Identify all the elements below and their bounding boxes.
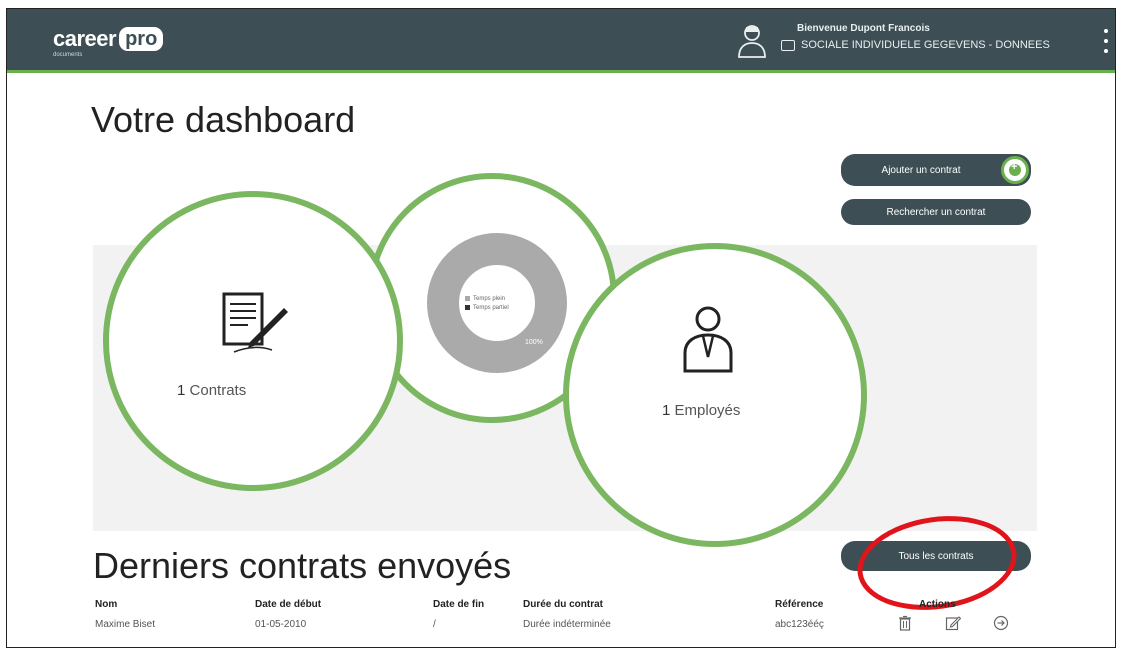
employees-count: 1: [662, 402, 671, 419]
open-arrow-icon[interactable]: [993, 615, 1009, 631]
column-header-actions: Actions: [919, 599, 956, 610]
contracts-stat: 1 Contrats: [177, 382, 246, 399]
legend-item: Temps plein: [465, 295, 509, 304]
column-header-start: Date de début: [255, 599, 322, 610]
cell-name: Maxime Biset: [95, 619, 156, 630]
add-contract-button[interactable]: Ajouter un contrat: [841, 154, 1031, 186]
search-contract-label: Rechercher un contrat: [886, 206, 986, 218]
donut-percent-label: 100%: [525, 339, 543, 346]
search-contract-button[interactable]: Rechercher un contrat: [841, 199, 1031, 225]
welcome-text: Bienvenue Dupont Francois: [797, 23, 930, 34]
logo-text: career: [53, 26, 117, 51]
employees-circle[interactable]: [563, 243, 867, 547]
cell-duration: Durée indéterminée: [523, 619, 611, 630]
contract-document-icon: [222, 292, 288, 353]
cell-reference: abc123ééç: [775, 619, 824, 630]
kebab-menu-icon[interactable]: [1103, 29, 1109, 53]
donut-legend: Temps plein Temps partiel: [465, 295, 509, 313]
briefcase-icon: [781, 39, 795, 51]
logo-subtitle: documents: [53, 52, 83, 58]
column-header-reference: Référence: [775, 599, 824, 610]
column-header-end: Date de fin: [433, 599, 485, 610]
employees-label: Employés: [674, 402, 741, 419]
contracts-label: Contrats: [189, 382, 247, 399]
legend-item: Temps partiel: [465, 304, 509, 313]
app-window: career pro documents Bienvenue Dupont Fr…: [6, 8, 1116, 648]
employees-stat: 1 Employés: [662, 402, 740, 419]
cell-end: /: [433, 619, 436, 630]
employee-person-icon: [683, 306, 733, 373]
add-contract-label: Ajouter un contrat: [881, 164, 961, 176]
recent-contracts-title: Derniers contrats envoyés: [93, 545, 512, 586]
legend-label-part-time: Temps partiel: [473, 305, 509, 311]
edit-icon[interactable]: [945, 615, 961, 631]
company-selector[interactable]: SOCIALE INDIVIDUELE GEGEVENS - DONNEES: [781, 39, 1050, 51]
plus-icon: [1001, 156, 1029, 184]
user-avatar-icon[interactable]: [737, 23, 767, 59]
logo-badge: pro: [119, 27, 164, 51]
column-header-name: Nom: [95, 599, 118, 610]
contracts-count: 1: [177, 382, 186, 399]
cell-start: 01-05-2010: [255, 619, 307, 630]
legend-label-full-time: Temps plein: [473, 296, 506, 302]
top-bar: career pro documents Bienvenue Dupont Fr…: [7, 9, 1115, 73]
company-name: SOCIALE INDIVIDUELE GEGEVENS - DONNEES: [801, 39, 1050, 51]
logo[interactable]: career pro documents: [53, 26, 164, 58]
trash-icon[interactable]: [897, 615, 913, 631]
column-header-duration: Durée du contrat: [523, 599, 604, 610]
page-title: Votre dashboard: [91, 99, 356, 140]
